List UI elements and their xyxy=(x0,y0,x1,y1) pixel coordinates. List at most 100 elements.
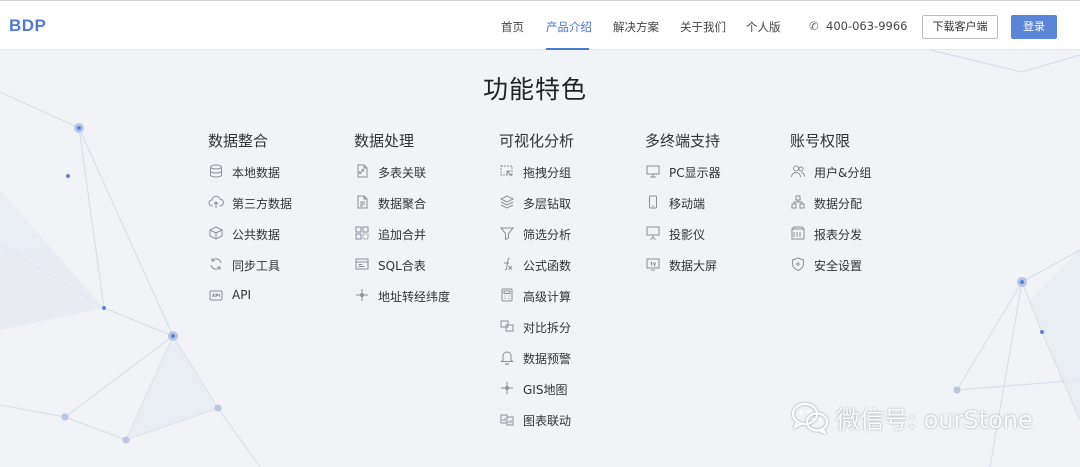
feature-label: 筛选分析 xyxy=(523,228,572,242)
feature-label: 数据分配 xyxy=(814,197,863,211)
column-heading: 账号权限 xyxy=(790,132,851,150)
feature-local-data[interactable]: 本地数据 xyxy=(208,164,292,195)
chart-link-icon xyxy=(499,411,515,427)
feature-label: 追加合并 xyxy=(378,228,427,242)
feature-label: 安全设置 xyxy=(814,259,863,273)
feature-big-screen[interactable]: 数据大屏 xyxy=(645,257,721,288)
download-client-button[interactable]: 下载客户端 xyxy=(922,15,998,39)
shield-icon xyxy=(790,256,806,272)
feature-label: PC显示器 xyxy=(669,166,721,180)
feature-label: 高级计算 xyxy=(523,290,572,304)
feature-aggregation[interactable]: 数据聚合 xyxy=(354,195,450,226)
feature-users-groups[interactable]: 用户&分组 xyxy=(790,164,871,195)
feature-label: 数据聚合 xyxy=(378,197,427,211)
column-heading: 多终端支持 xyxy=(645,132,721,150)
crosshair-icon xyxy=(354,287,370,303)
function-icon xyxy=(499,256,515,272)
calculator-icon xyxy=(499,287,515,303)
feature-gis-map[interactable]: GIS地图 xyxy=(499,381,574,412)
feature-label: 公式函数 xyxy=(523,259,572,273)
feature-label: 用户&分组 xyxy=(814,166,872,180)
feature-formula[interactable]: 公式函数 xyxy=(499,257,574,288)
feature-label: 移动端 xyxy=(669,197,706,211)
hierarchy-icon xyxy=(790,194,806,210)
feature-chart-linkage[interactable]: 图表联动 xyxy=(499,412,574,443)
crosshair-icon xyxy=(499,380,515,396)
feature-filter-analysis[interactable]: 筛选分析 xyxy=(499,226,574,257)
merge-icon xyxy=(354,225,370,241)
feature-drag-group[interactable]: 拖拽分组 xyxy=(499,164,574,195)
feature-label: API xyxy=(232,288,251,302)
feature-sync-tool[interactable]: 同步工具 xyxy=(208,257,292,288)
feature-label: 第三方数据 xyxy=(232,197,293,211)
login-button[interactable]: 登录 xyxy=(1011,15,1057,39)
cloud-upload-icon xyxy=(208,194,224,210)
cube-icon xyxy=(208,225,224,241)
projector-icon xyxy=(645,225,661,241)
feature-label: 对比拆分 xyxy=(523,321,572,335)
phone-contact: ✆ 400-063-9966 xyxy=(809,19,907,33)
feature-data-allocation[interactable]: 数据分配 xyxy=(790,195,871,226)
filter-icon xyxy=(499,225,515,241)
feature-report-distribution[interactable]: 报表分发 xyxy=(790,226,871,257)
feature-label: 数据预警 xyxy=(523,352,572,366)
feature-label: 同步工具 xyxy=(232,259,281,273)
section-title: 功能特色 xyxy=(482,75,587,104)
document-icon xyxy=(354,194,370,210)
feature-label: 图表联动 xyxy=(523,414,572,428)
feature-label: SQL合表 xyxy=(378,259,426,273)
column-visual-analysis: 可视化分析 拖拽分组 多层钻取 筛选分析 公式函数 高级计算 对比拆分 数据预警… xyxy=(499,130,574,443)
column-heading: 数据处理 xyxy=(354,132,415,150)
nav-personal[interactable]: 个人版 xyxy=(746,19,781,35)
column-heading: 数据整合 xyxy=(208,132,269,150)
feature-label: 拖拽分组 xyxy=(523,166,572,180)
column-heading: 可视化分析 xyxy=(499,132,575,150)
bell-icon xyxy=(499,349,515,365)
feature-label: 地址转经纬度 xyxy=(378,290,451,304)
feature-label: 投影仪 xyxy=(669,228,706,242)
sync-icon xyxy=(208,256,224,272)
api-icon xyxy=(208,287,224,303)
nav-solutions[interactable]: 解决方案 xyxy=(613,19,659,35)
report-icon xyxy=(790,225,806,241)
phone-number: 400-063-9966 xyxy=(826,19,908,33)
sql-icon xyxy=(354,256,370,272)
feature-append-merge[interactable]: 追加合并 xyxy=(354,226,450,257)
feature-projector[interactable]: 投影仪 xyxy=(645,226,721,257)
feature-public-data[interactable]: 公共数据 xyxy=(208,226,292,257)
feature-api[interactable]: API xyxy=(208,288,292,319)
compare-icon xyxy=(499,318,515,334)
drag-icon xyxy=(499,163,515,179)
feature-third-party-data[interactable]: 第三方数据 xyxy=(208,195,292,226)
feature-advanced-calc[interactable]: 高级计算 xyxy=(499,288,574,319)
phone-icon: ✆ xyxy=(809,19,819,33)
column-data-processing: 数据处理 多表关联 数据聚合 追加合并 SQL合表 地址转经纬度 xyxy=(354,130,450,319)
feature-mobile[interactable]: 移动端 xyxy=(645,195,721,226)
feature-label: 数据大屏 xyxy=(669,259,718,273)
link-doc-icon xyxy=(354,163,370,179)
feature-pc-monitor[interactable]: PC显示器 xyxy=(645,164,721,195)
feature-security-settings[interactable]: 安全设置 xyxy=(790,257,871,288)
feature-sql-join[interactable]: SQL合表 xyxy=(354,257,450,288)
feature-label: 本地数据 xyxy=(232,166,281,180)
feature-drill-down[interactable]: 多层钻取 xyxy=(499,195,574,226)
monitor-icon xyxy=(645,163,661,179)
feature-geocoding[interactable]: 地址转经纬度 xyxy=(354,288,450,319)
watermark-text: 微信号: ourStone xyxy=(836,406,1033,434)
bdp-logo[interactable]: BDP xyxy=(9,16,46,36)
nav-home[interactable]: 首页 xyxy=(501,19,524,35)
feature-label: GIS地图 xyxy=(523,383,568,397)
nav-products[interactable]: 产品介绍 xyxy=(546,19,592,35)
tv-icon xyxy=(645,256,661,272)
feature-data-alert[interactable]: 数据预警 xyxy=(499,350,574,381)
feature-multi-table-join[interactable]: 多表关联 xyxy=(354,164,450,195)
feature-compare-split[interactable]: 对比拆分 xyxy=(499,319,574,350)
nav-about[interactable]: 关于我们 xyxy=(680,19,726,35)
wechat-watermark: 微信号: ourStone xyxy=(790,400,1033,435)
feature-label: 多层钻取 xyxy=(523,197,572,211)
feature-label: 公共数据 xyxy=(232,228,281,242)
layers-icon xyxy=(499,194,515,210)
feature-label: 报表分发 xyxy=(814,228,863,242)
mobile-icon xyxy=(645,194,661,210)
users-icon xyxy=(790,163,806,179)
